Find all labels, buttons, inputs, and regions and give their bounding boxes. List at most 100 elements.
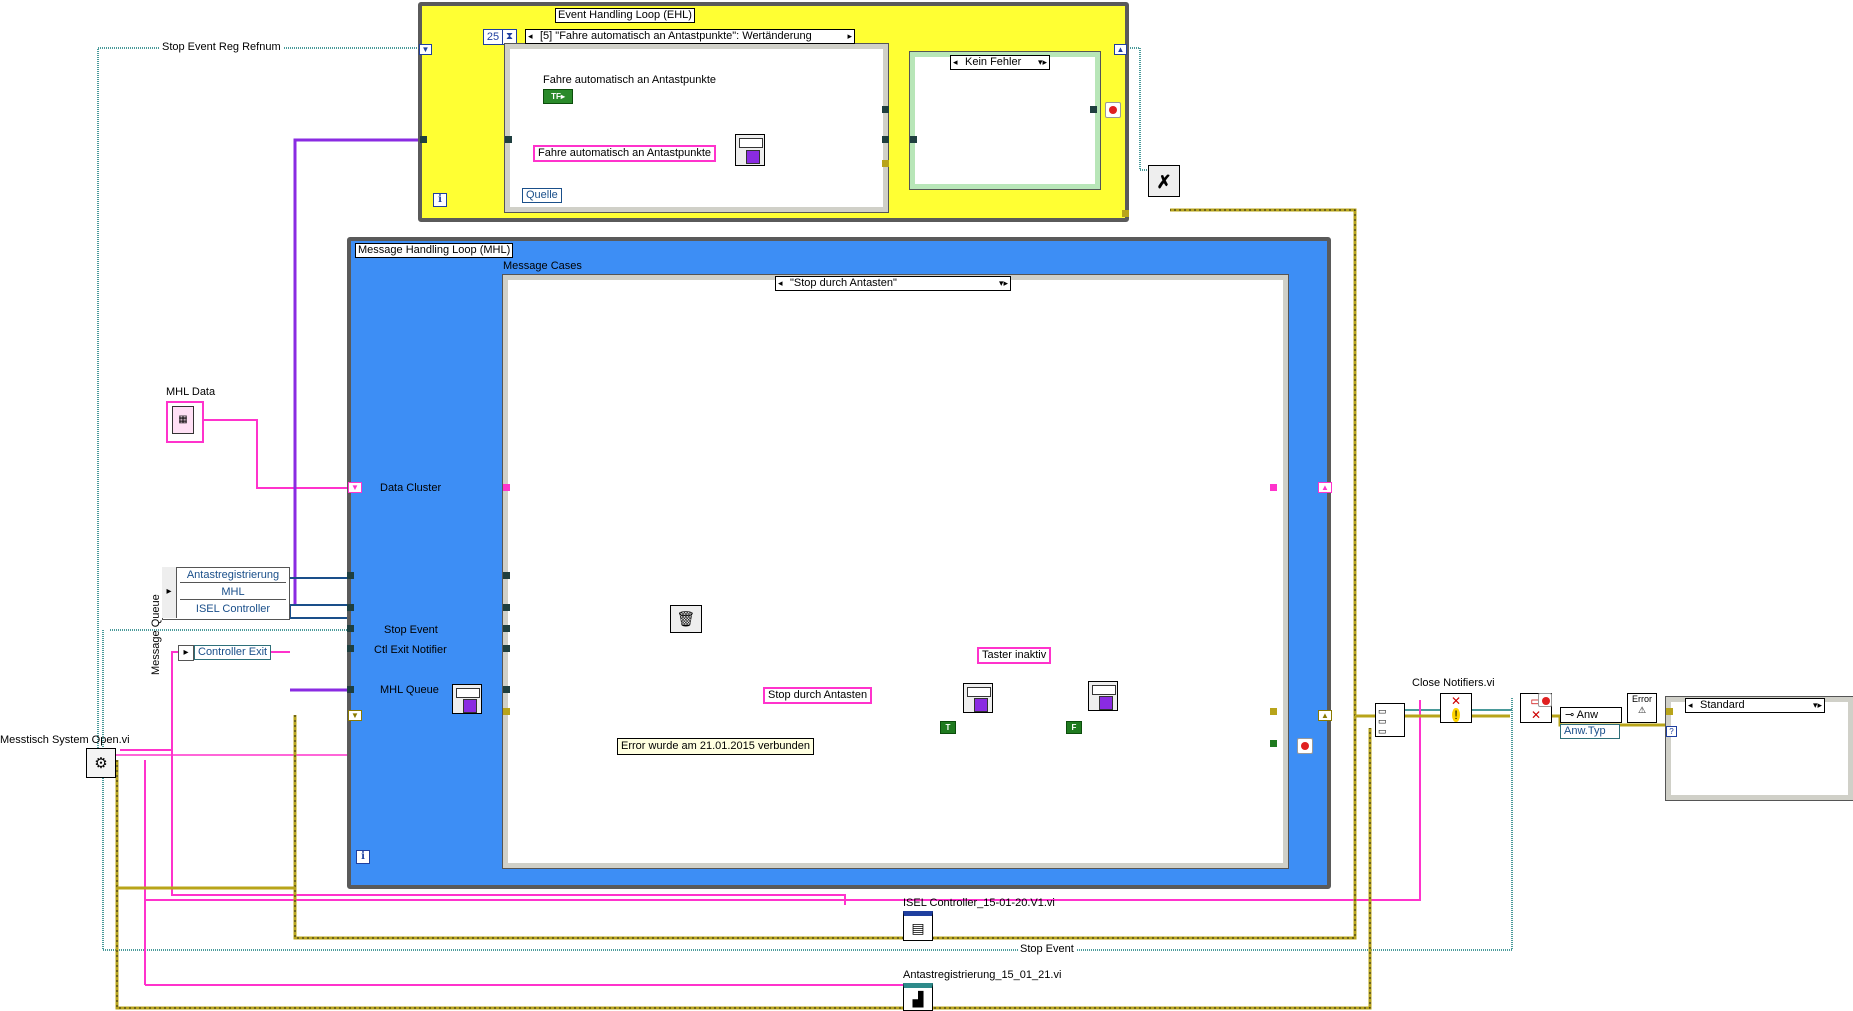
mhl-info-icon[interactable]: i [356,850,370,864]
tunnel [882,106,889,113]
tunnel [420,136,427,143]
tunnel [910,136,917,143]
key-icon: ⊸ [1565,709,1575,721]
tunnel [882,136,889,143]
tunnel [347,686,354,693]
queue-icon [974,698,988,712]
mhl-stop-terminal[interactable] [1297,738,1313,754]
stop-event-reg-refnum-label: Stop Event Reg Refnum [160,41,283,54]
envelope-icon [739,138,763,148]
mhl-data-label: MHL Data [166,386,216,398]
case-prev-icon[interactable]: ◂ [528,30,533,43]
true-constant[interactable]: T [940,721,956,734]
open-vi-icon[interactable]: ⚙ [86,748,116,778]
close-notifiers-label: Close Notifiers.vi [1412,677,1495,689]
mhl-queue-label: MHL Queue [380,684,439,696]
release-queue-icon[interactable]: 🗑 [670,605,702,633]
close-notifiers-icon[interactable]: ✕! [1440,693,1472,723]
case-next-icon[interactable]: ▾▸ [999,277,1008,290]
case-prev-icon[interactable]: ◂ [1688,699,1693,712]
envelope-icon [456,688,480,698]
tunnel [1270,740,1277,747]
antast-vi-label: Antastregistrierung_15_01_21.vi [903,969,1062,981]
queue-icon [746,150,760,164]
anw-typ-constant[interactable]: Anw.Typ [1560,724,1620,739]
tunnel [503,708,510,715]
queue-icon [463,699,477,713]
case-next-icon[interactable]: ▾▸ [1038,56,1047,69]
tunnel [347,645,354,652]
tunnel [1270,708,1277,715]
ehl-string-constant[interactable]: Fahre automatisch an Antastpunkte [533,145,717,162]
standard-case-selector[interactable]: ◂ Standard ▾▸ [1685,698,1825,713]
shift-register-icon[interactable]: ▲ [1318,482,1332,493]
tunnel [503,572,510,579]
tunnel [1122,210,1129,217]
mhl-data-cluster-icon: ▦ [172,406,194,434]
ehl-stop-terminal[interactable] [1105,102,1121,118]
shift-register-icon[interactable]: ▼ [419,44,432,55]
error-case-selector[interactable]: ◂ Kein Fehler ▾▸ [950,55,1050,70]
open-vi-label: Messtisch System Open.vi [0,734,130,746]
boolean-terminal-icon[interactable]: TF▸ [543,89,573,104]
ehl-control-label: Fahre automatisch an Antastpunkte [543,74,717,86]
enqueue-stop-icon[interactable] [963,683,993,713]
tunnel [347,604,354,611]
tunnel [882,160,889,167]
anw-unbundle[interactable]: ⊸ Anw [1560,707,1622,723]
ehl-timeout-constant[interactable]: 25 [483,29,503,45]
tunnel [503,484,510,491]
case-next-icon[interactable]: ▾▸ [1813,699,1822,712]
source-node[interactable]: Quelle [522,188,562,203]
stop-event-label: Stop Event [384,624,438,636]
event-case-selector[interactable]: ◂ [5] "Fahre automatisch an Antastpunkte… [525,29,855,44]
tunnel [503,625,510,632]
taster-inaktiv-constant[interactable]: Taster inaktiv [977,647,1052,664]
tunnel [347,625,354,632]
case-next-icon[interactable]: ▸ [847,30,852,43]
unregister-events-icon[interactable]: ✗ [1148,165,1180,197]
queue-item-isel-controller[interactable]: ISEL Controller [180,603,286,616]
error-handler-icon[interactable]: Error ⚠ [1627,693,1657,723]
queue-item-mhl[interactable]: MHL [180,586,286,600]
controller-exit-constant[interactable]: Controller Exit [194,645,272,660]
ehl-info-icon[interactable]: i [433,193,447,207]
queue-item-antastregistrierung[interactable]: Antastregistrierung [180,569,286,583]
tunnel [503,604,510,611]
message-case-structure[interactable] [502,274,1289,869]
controller-exit-arrow: ▸ [178,645,194,661]
tunnel [1666,708,1673,715]
tunnel [1090,106,1097,113]
message-cases-label: Message Cases [503,260,582,272]
case-selector-terminal: ? [1666,726,1677,737]
enqueue-message-icon[interactable] [735,134,765,166]
event-structure[interactable] [504,43,889,213]
mhl-queue-vi-icon[interactable] [452,684,482,714]
data-cluster-label: Data Cluster [380,482,442,494]
case-prev-icon[interactable]: ◂ [778,277,783,290]
merge-errors-icon[interactable]: ▭ ▭ ▭ [1375,703,1405,737]
wire-pink-mid [120,651,290,751]
stop-event-bottom-label: Stop Event [1018,943,1076,956]
stop-indicator-icon [1538,693,1552,707]
case-prev-icon[interactable]: ◂ [953,56,958,69]
message-case-selector[interactable]: ◂ "Stop durch Antasten" ▾▸ [775,276,1011,291]
ehl-error-case-structure[interactable] [909,51,1101,190]
isel-vi-label: ISEL Controller_15-01-20.V1.vi [903,897,1055,909]
stop-durch-antasten-constant[interactable]: Stop durch Antasten [763,687,873,704]
isel-vi-icon[interactable]: ▤ [903,911,933,941]
antast-vi-icon[interactable]: ▟ [903,983,933,1011]
shift-register-icon[interactable]: ▼ [348,710,362,721]
queue-icon [1099,696,1113,710]
ctl-exit-notifier-label: Ctl Exit Notifier [374,644,447,656]
enqueue-taster-icon[interactable] [1088,681,1118,711]
mhl-comment: Error wurde am 21.01.2015 verbunden [617,738,814,755]
mhl-title: Message Handling Loop (MHL) [355,243,514,258]
false-constant[interactable]: F [1066,721,1082,734]
shift-register-icon[interactable]: ▼ [348,482,362,493]
envelope-icon [1092,685,1116,695]
tunnel [347,572,354,579]
shift-register-icon[interactable]: ▲ [1114,44,1127,55]
tunnel [503,645,510,652]
shift-register-icon[interactable]: ▲ [1318,710,1332,721]
